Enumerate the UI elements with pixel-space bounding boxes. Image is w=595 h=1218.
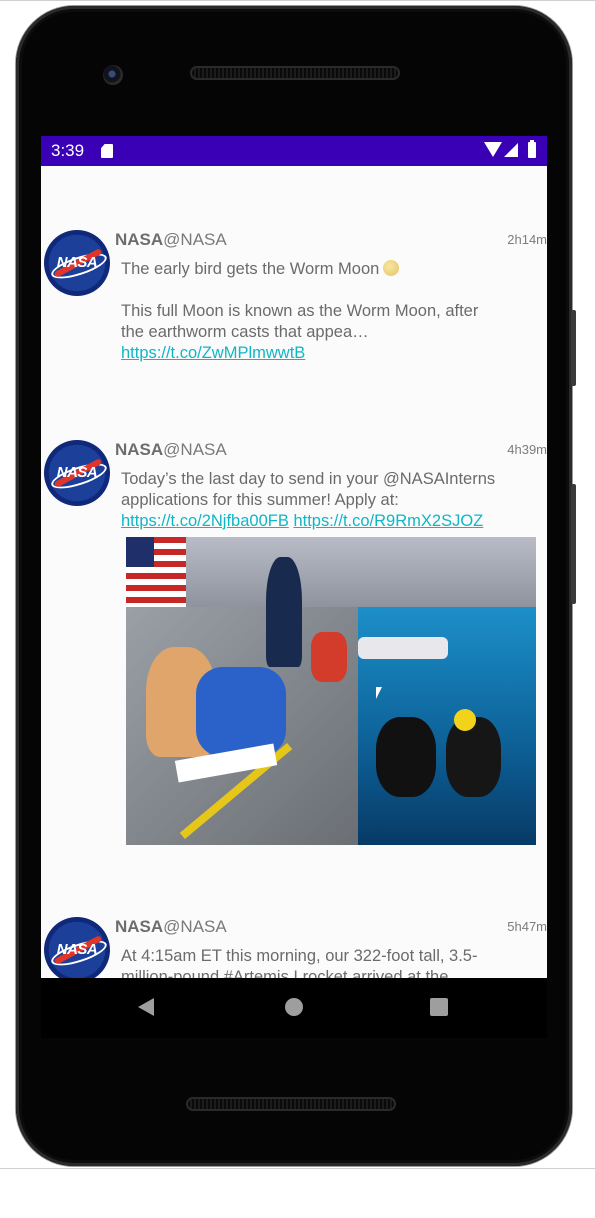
mouse-cursor-icon [376, 687, 382, 699]
photo-ceiling [126, 537, 536, 607]
tweet-text-line: The early bird gets the Worm Moon [121, 260, 380, 278]
tweet-body: The early bird gets the Worm Moon This f… [121, 259, 481, 364]
tweet-header: NASA@NASA [115, 230, 227, 250]
tweet-timestamp: 2h14m [507, 232, 547, 247]
navigation-bar [41, 978, 547, 1038]
photo-raft [358, 637, 448, 659]
tweet-handle[interactable]: @NASA [163, 917, 227, 936]
tweet-text-line: This full Moon is known as the Worm Moon… [121, 302, 479, 341]
tweet-body: At 4:15am ET this morning, our 322-foot … [121, 946, 511, 978]
signal-icon [504, 143, 518, 157]
tweet-handle[interactable]: @NASA [163, 440, 227, 459]
status-time: 3:39 [51, 141, 85, 160]
tweet-author-name[interactable]: NASA [115, 440, 163, 459]
sd-card-icon [101, 144, 113, 158]
photo-diver [376, 717, 436, 797]
nasa-logo-wordmark: NASA [56, 254, 98, 271]
tweet-header: NASA@NASA [115, 440, 227, 460]
tweet-timestamp: 4h39m [507, 442, 547, 457]
full-moon-emoji-icon [383, 260, 400, 276]
tweet-body: Today’s the last day to send in your @NA… [121, 469, 521, 532]
tweet-header: NASA@NASA [115, 917, 227, 937]
earpiece-speaker [190, 66, 400, 80]
nasa-logo-wordmark: NASA [56, 464, 98, 481]
window-bottom-border [0, 1168, 595, 1169]
volume-button[interactable] [571, 310, 576, 386]
nasa-logo-wordmark: NASA [56, 941, 98, 958]
nasa-avatar[interactable]: NASA [44, 917, 110, 978]
window-top-border [0, 0, 595, 1]
bottom-speaker [186, 1097, 396, 1111]
tweet-author-name[interactable]: NASA [115, 917, 163, 936]
photo-person [311, 632, 347, 682]
wifi-icon [484, 142, 502, 157]
nasa-avatar[interactable]: NASA [44, 440, 110, 506]
front-camera-icon [103, 65, 123, 85]
tweet-author-name[interactable]: NASA [115, 230, 163, 249]
photo-air-tank [454, 709, 476, 731]
tweet-link[interactable]: https://t.co/ZwMPlmwwtB [121, 344, 305, 362]
tweet-timestamp: 5h47m [507, 919, 547, 934]
photo-flag [126, 537, 186, 607]
home-icon[interactable] [285, 998, 303, 1016]
power-button[interactable] [571, 484, 576, 604]
tweet-text: Today’s the last day to send in your @NA… [121, 470, 496, 509]
tweet-text: At 4:15am ET this morning, our 322-foot … [121, 947, 478, 978]
tweet-handle[interactable]: @NASA [163, 230, 227, 249]
photo-person [266, 557, 302, 667]
tweet-link[interactable]: https://t.co/2Njfba00FB [121, 512, 289, 530]
recents-icon[interactable] [430, 998, 448, 1016]
nasa-avatar[interactable]: NASA [44, 230, 110, 296]
back-icon[interactable] [138, 998, 154, 1016]
tweet-image[interactable] [126, 537, 536, 845]
tweet-link[interactable]: https://t.co/R9RmX2SJOZ [293, 512, 483, 530]
battery-icon [528, 140, 536, 158]
photo-diver [446, 717, 501, 797]
app-screen: 3:39 NASA NASA@NASA 2h14m The early bird… [41, 136, 547, 978]
status-bar: 3:39 [41, 136, 547, 166]
